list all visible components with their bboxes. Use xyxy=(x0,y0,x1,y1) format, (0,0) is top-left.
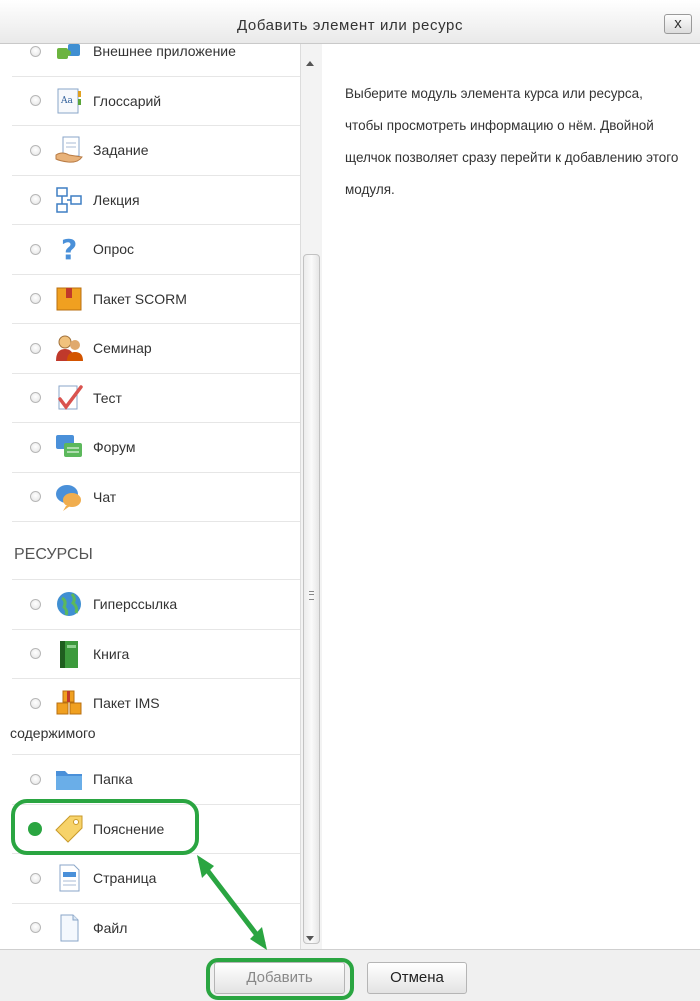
module-item-external-tool[interactable]: Внешнее приложение xyxy=(12,44,302,77)
radio-button[interactable] xyxy=(30,194,41,206)
question-icon: ? xyxy=(54,234,84,264)
scroll-up-arrow-icon[interactable] xyxy=(306,61,314,66)
quiz-checkmark-icon xyxy=(54,383,84,413)
module-label: Книга xyxy=(93,645,130,662)
forum-icon xyxy=(54,432,84,462)
module-label: Опрос xyxy=(93,241,135,258)
chat-icon xyxy=(54,482,84,512)
module-item-page[interactable]: Страница xyxy=(12,854,302,904)
radio-button[interactable] xyxy=(30,922,41,934)
radio-button[interactable] xyxy=(30,872,41,884)
module-label: Чат xyxy=(93,488,117,505)
scrollbar-thumb[interactable] xyxy=(303,254,320,944)
radio-button[interactable] xyxy=(30,392,41,404)
folder-icon xyxy=(54,764,84,794)
module-label: Пакет IMS xyxy=(93,695,160,711)
module-label-continued: содержимого xyxy=(10,725,96,741)
radio-button[interactable] xyxy=(30,648,41,660)
ims-package-icon xyxy=(54,688,84,718)
puzzle-icon xyxy=(54,44,84,66)
radio-button[interactable] xyxy=(30,441,41,453)
book-icon xyxy=(54,639,84,669)
page-icon xyxy=(54,863,84,893)
radio-button[interactable] xyxy=(30,293,41,305)
module-info-text: Выберите модуль элемента курса или ресур… xyxy=(345,86,679,197)
module-item-book[interactable]: Книга xyxy=(12,630,302,679)
radio-button[interactable] xyxy=(30,491,41,503)
module-label: Форум xyxy=(93,439,136,456)
module-label: Пояснение xyxy=(93,820,165,837)
radio-button-selected[interactable] xyxy=(28,821,42,836)
module-label: Гиперссылка xyxy=(93,596,178,613)
module-item-url[interactable]: Гиперссылка xyxy=(12,580,302,630)
dialog-titlebar: Добавить элемент или ресурс x xyxy=(0,0,700,44)
radio-button[interactable] xyxy=(30,243,41,255)
module-item-forum[interactable]: Форум xyxy=(12,423,302,473)
radio-button[interactable] xyxy=(30,144,41,156)
glossary-icon: Aa xyxy=(54,86,84,116)
module-item-scorm[interactable]: Пакет SCORM xyxy=(12,275,302,324)
module-item-label[interactable]: Пояснение xyxy=(12,805,302,854)
scroll-down-arrow-icon[interactable] xyxy=(306,936,314,941)
module-item-lesson[interactable]: Лекция xyxy=(12,176,302,225)
scorm-package-icon xyxy=(54,284,84,314)
module-label: Страница xyxy=(93,870,157,887)
workshop-icon xyxy=(54,333,84,363)
file-icon xyxy=(54,913,84,943)
module-label: Папка xyxy=(93,771,133,788)
module-item-quiz[interactable]: Тест xyxy=(12,374,302,423)
module-list[interactable]: Внешнее приложение Aa Глоссарий Задание … xyxy=(0,44,322,949)
module-label: Семинар xyxy=(93,340,152,357)
radio-button[interactable] xyxy=(30,95,41,107)
dialog-footer: Добавить Отмена xyxy=(0,949,700,1001)
module-label: Внешнее приложение xyxy=(93,44,236,60)
globe-icon xyxy=(54,589,84,619)
svg-text:?: ? xyxy=(61,234,77,264)
radio-button[interactable] xyxy=(30,342,41,354)
radio-button[interactable] xyxy=(30,773,41,785)
grip-icon xyxy=(309,591,314,600)
add-button[interactable]: Добавить xyxy=(214,962,345,994)
module-item-chat[interactable]: Чат xyxy=(12,473,302,522)
module-label: Глоссарий xyxy=(93,92,162,109)
module-label: Пакет SCORM xyxy=(93,290,187,307)
cancel-button[interactable]: Отмена xyxy=(367,962,467,994)
module-label: Файл xyxy=(93,919,128,936)
resources-header: РЕСУРСЫ xyxy=(12,522,302,580)
dialog-title: Добавить элемент или ресурс xyxy=(236,17,464,34)
module-item-ims-package[interactable]: Пакет IMS содержимого xyxy=(10,679,302,755)
radio-button[interactable] xyxy=(30,697,41,709)
module-item-folder[interactable]: Папка xyxy=(12,755,302,805)
lesson-icon xyxy=(54,185,84,215)
module-label: Тест xyxy=(93,389,122,406)
svg-text:Aa: Aa xyxy=(60,96,73,106)
radio-button[interactable] xyxy=(30,45,41,57)
module-item-assignment[interactable]: Задание xyxy=(12,126,302,176)
close-button[interactable]: x xyxy=(664,14,692,34)
module-item-workshop[interactable]: Семинар xyxy=(12,324,302,374)
module-item-file[interactable]: Файл xyxy=(12,904,302,950)
module-label: Задание xyxy=(93,142,149,159)
module-label: Лекция xyxy=(93,191,140,208)
radio-button[interactable] xyxy=(30,598,41,610)
label-tag-icon xyxy=(54,814,84,844)
module-item-glossary[interactable]: Aa Глоссарий xyxy=(12,77,302,126)
module-item-choice[interactable]: ? Опрос xyxy=(12,225,302,275)
list-scrollbar[interactable] xyxy=(300,44,322,949)
assignment-icon xyxy=(54,135,84,165)
